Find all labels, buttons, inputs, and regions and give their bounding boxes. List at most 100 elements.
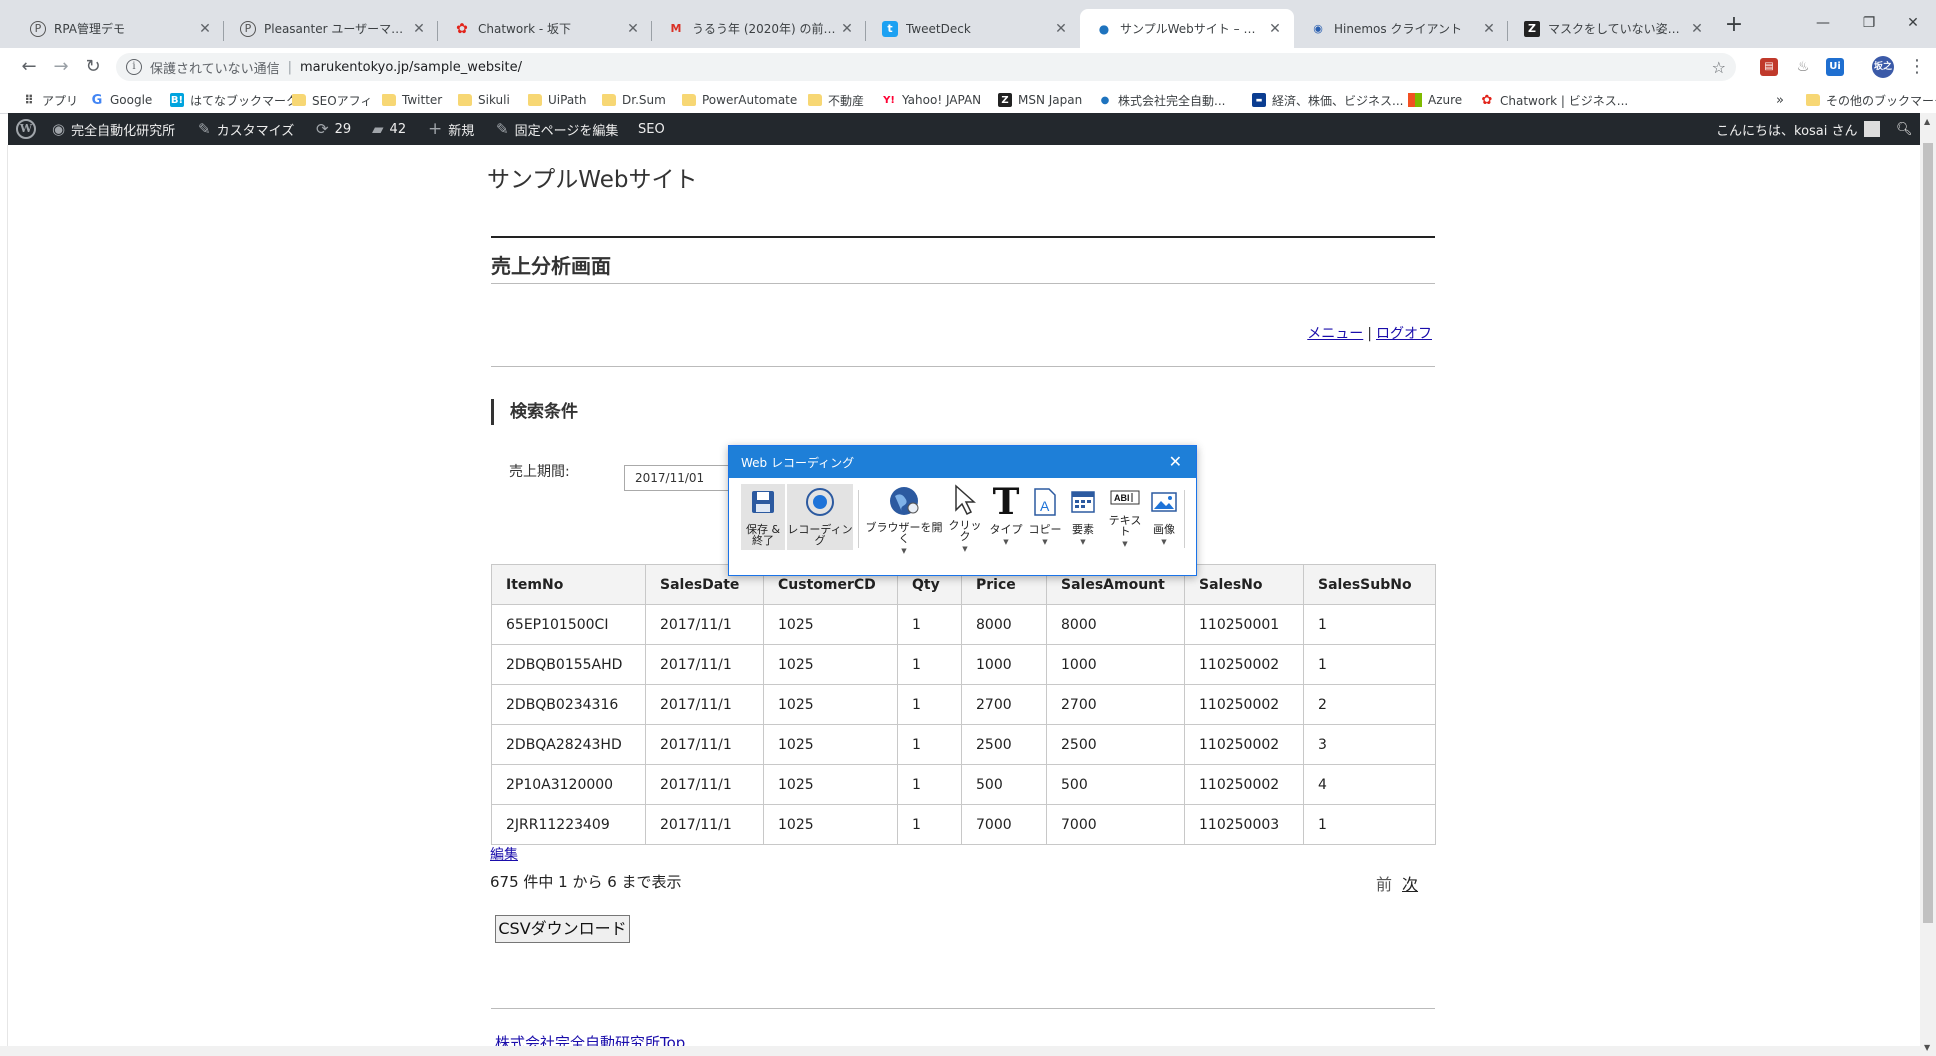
bookmark-azure[interactable]: Azure <box>1408 91 1462 109</box>
menu-dots-icon[interactable]: ⋮ <box>1904 54 1930 80</box>
wp-customize[interactable]: ✎ カスタマイズ <box>198 113 294 145</box>
wp-new-label: 新規 <box>448 123 475 139</box>
bookmark-apps[interactable]: ⠿ アプリ <box>22 91 78 109</box>
tab-tweetdeck[interactable]: t TweetDeck ✕ <box>866 9 1080 48</box>
bookmark-chatwork[interactable]: ✿ Chatwork | ビジネス... <box>1480 91 1629 109</box>
close-icon[interactable]: ✕ <box>1480 21 1498 37</box>
csv-download-button[interactable]: CSVダウンロード <box>495 915 630 943</box>
tab-mask-article[interactable]: Z マスクをしていない姿が.....大拍手 ✕ <box>1508 9 1716 48</box>
next-page-link[interactable]: 次 <box>1402 875 1418 894</box>
sales-period-from-input[interactable]: 2017/11/01 <box>624 465 734 491</box>
tab-hinemos[interactable]: ◉ Hinemos クライアント ✕ <box>1294 9 1508 48</box>
bookmark-drsum[interactable]: Dr.Sum <box>602 91 666 109</box>
bookmark-sikuli[interactable]: Sikuli <box>458 91 510 109</box>
bookmark-keizai[interactable]: ▬ 経済、株価、ビジネス... <box>1252 91 1403 109</box>
flame-extension-icon[interactable]: ♨ <box>1794 58 1812 76</box>
recording-button[interactable]: レコーディング <box>787 484 853 550</box>
tab-rpa-demo[interactable]: P RPA管理デモ ✕ <box>14 9 224 48</box>
scrollbar-thumb[interactable] <box>1923 143 1933 923</box>
close-icon[interactable]: ✕ <box>838 21 856 37</box>
wp-seo[interactable]: SEO <box>638 113 665 145</box>
horizontal-scrollbar[interactable] <box>0 1046 1920 1056</box>
element-button[interactable]: 要素 ▼ <box>1065 484 1101 550</box>
bookmark-hatena[interactable]: B! はてなブックマーク <box>170 91 298 109</box>
close-icon[interactable]: ✕ <box>410 21 428 37</box>
wp-search-icon[interactable]: 🔍︎ <box>1896 113 1913 145</box>
bookmark-label: 株式会社完全自動... <box>1118 93 1226 108</box>
text-button[interactable]: ABI テキスト ▼ <box>1105 484 1145 550</box>
type-button[interactable]: T タイプ ▼ <box>987 484 1025 550</box>
vertical-scrollbar[interactable]: ▲ ▼ <box>1920 113 1936 1056</box>
bookmark-google[interactable]: G Google <box>90 91 153 109</box>
wp-new[interactable]: + 新規 <box>428 113 474 145</box>
close-icon[interactable]: ✕ <box>1688 21 1706 37</box>
tab-chatwork[interactable]: ✿ Chatwork - 坂下 ✕ <box>438 9 652 48</box>
bookmark-yahoo[interactable]: Y! Yahoo! JAPAN <box>882 91 981 109</box>
table-cell: 1 <box>1303 604 1436 645</box>
table-cell: 1 <box>897 804 962 845</box>
click-button[interactable]: クリック ▼ <box>945 484 985 553</box>
close-icon[interactable]: ✕ <box>196 21 214 37</box>
wp-edit-page[interactable]: ✎ 固定ページを編集 <box>496 113 618 145</box>
close-icon[interactable]: ✕ <box>1052 21 1070 37</box>
address-bar[interactable]: i 保護されていない通信 | marukentokyo.jp/sample_we… <box>116 53 1736 81</box>
dialog-close-icon[interactable]: ✕ <box>1169 452 1182 471</box>
table-cell: 8000 <box>1046 604 1185 645</box>
back-icon[interactable]: ← <box>16 54 42 80</box>
tab-gmail[interactable]: M うるう年 (2020年) の前年比較 ✕ <box>652 9 866 48</box>
minimize-icon[interactable]: — <box>1800 8 1846 38</box>
bookmark-uipath[interactable]: UiPath <box>528 91 586 109</box>
tab-sample-website[interactable]: ● サンプルWebサイト – 完全自動化 ✕ <box>1080 9 1294 48</box>
menu-link[interactable]: メニュー <box>1307 326 1363 342</box>
pdf-extension-icon[interactable]: ▤ <box>1760 58 1778 76</box>
url-text[interactable]: marukentokyo.jp/sample_website/ <box>300 60 522 75</box>
new-tab-button[interactable]: + <box>1720 12 1748 40</box>
wp-site-name[interactable]: ◉ 完全自動化研究所 <box>52 113 175 145</box>
pager: 前次 <box>1376 871 1418 895</box>
save-exit-button[interactable]: 保存 & 終了 <box>741 484 785 550</box>
reload-icon[interactable]: ↻ <box>80 54 106 80</box>
more-bookmarks-icon[interactable]: » <box>1776 91 1784 109</box>
scroll-up-icon[interactable]: ▲ <box>1924 117 1930 126</box>
bookmark-twitter[interactable]: Twitter <box>382 91 442 109</box>
wp-updates[interactable]: ⟳ 29 <box>316 113 351 145</box>
info-icon[interactable]: i <box>126 59 142 75</box>
copy-button[interactable]: A コピー ▼ <box>1027 484 1063 550</box>
forward-icon[interactable]: → <box>48 54 74 80</box>
globe-icon <box>887 484 921 518</box>
image-button[interactable]: 画像 ▼ <box>1147 484 1181 550</box>
wp-comments[interactable]: ▰ 42 <box>372 113 406 145</box>
tab-pleasanter-manual[interactable]: P Pleasanter ユーザーマニュアル ✕ <box>224 9 438 48</box>
table-cell: 8000 <box>961 604 1047 645</box>
restore-icon[interactable]: ❐ <box>1846 8 1892 38</box>
dialog-title-bar[interactable]: Web レコーディング <box>729 446 1196 478</box>
bookmark-powerautomate[interactable]: PowerAutomate <box>682 91 797 109</box>
web-recording-dialog: Web レコーディング ✕ 保存 & 終了 レコーディング ブラウザーを開く ▼ <box>728 445 1197 576</box>
bookmark-kanzen[interactable]: ● 株式会社完全自動... <box>1098 91 1226 109</box>
uipath-extension-icon[interactable]: Ui <box>1826 58 1844 76</box>
profile-avatar[interactable]: 坂之 <box>1872 56 1894 78</box>
bookmark-seo[interactable]: SEOアフィ <box>292 91 372 109</box>
bookmark-fudousan[interactable]: 不動産 <box>808 91 864 109</box>
table-cell: 65EP101500CI <box>491 604 646 645</box>
wordpress-logo-icon[interactable]: W <box>16 113 36 145</box>
edit-link[interactable]: 編集 <box>490 844 518 864</box>
bookmark-label: PowerAutomate <box>702 93 798 107</box>
tweetdeck-favicon-icon: t <box>882 20 898 37</box>
bookmark-star-icon[interactable]: ☆ <box>1712 58 1726 77</box>
window-close-icon[interactable]: ✕ <box>1890 8 1936 38</box>
close-icon[interactable]: ✕ <box>1266 21 1284 37</box>
bookmark-msn[interactable]: Z MSN Japan <box>998 91 1082 109</box>
logoff-link[interactable]: ログオフ <box>1376 326 1432 342</box>
wp-account[interactable]: こんにちは、kosai さん <box>1716 113 1880 145</box>
brush-icon: ✎ <box>198 120 211 138</box>
prev-page-link[interactable]: 前 <box>1376 875 1392 894</box>
table-cell: 110250001 <box>1184 604 1304 645</box>
open-browser-button[interactable]: ブラウザーを開く ▼ <box>865 484 943 555</box>
bookmark-other[interactable]: その他のブックマーク <box>1806 91 1936 109</box>
close-icon[interactable]: ✕ <box>624 21 642 37</box>
dashboard-icon: ◉ <box>52 120 66 138</box>
site-title[interactable]: サンプルWebサイト <box>487 160 697 194</box>
scroll-down-icon[interactable]: ▼ <box>1924 1043 1930 1052</box>
bookmark-label: Azure <box>1428 93 1463 107</box>
